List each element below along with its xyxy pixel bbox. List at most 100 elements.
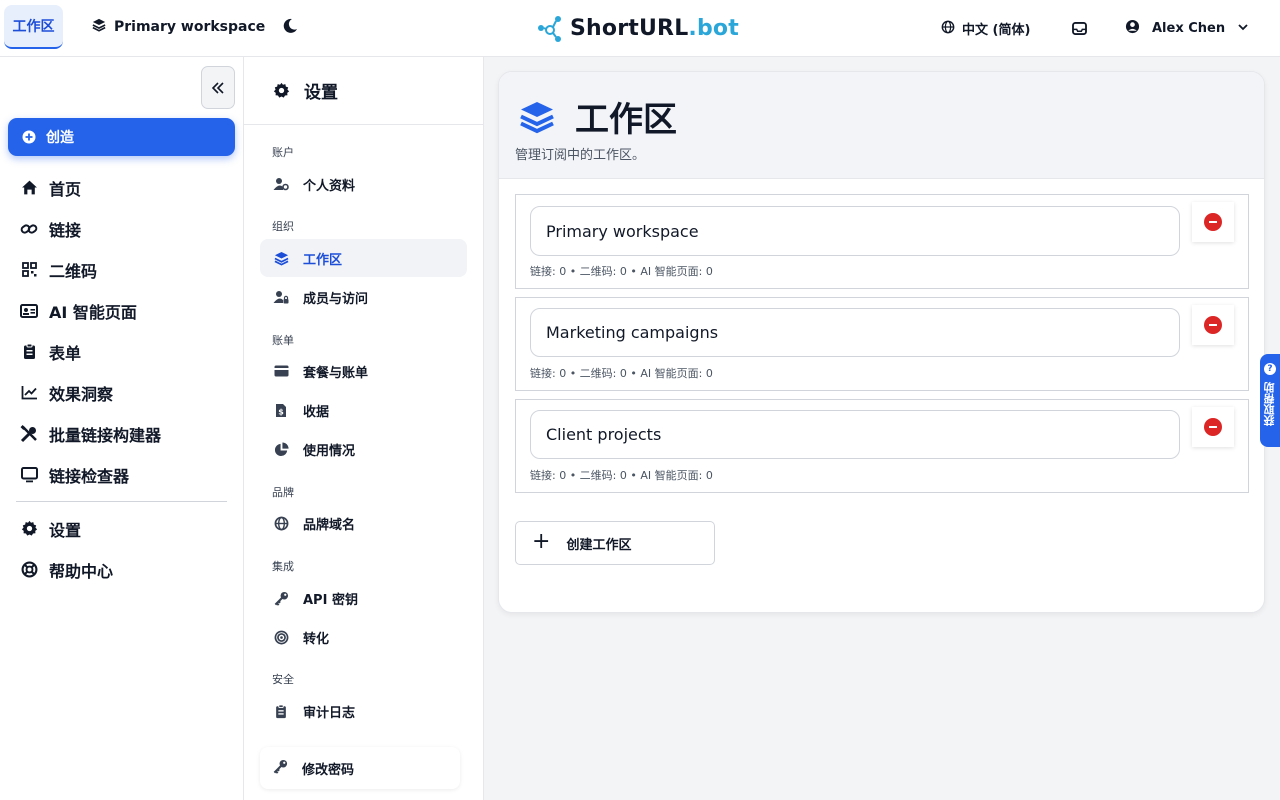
settings-item-audit-log[interactable]: 审计日志 [260,692,467,730]
clipboard-icon [20,343,38,361]
group-label-billing: 账单 [272,334,294,347]
settings-item-change-password[interactable]: 修改密码 [260,747,460,789]
settings-item-members[interactable]: 成员与访问 [260,278,467,316]
nav-item-home[interactable]: 首页 [20,167,230,208]
nav-item-bulk-builder[interactable]: 批量链接构建器 [20,413,230,454]
create-workspace-button[interactable]: + 创建工作区 [515,521,715,565]
nav-item-settings[interactable]: 设置 [20,508,230,549]
page-title-text: 工作区 [575,100,677,140]
nav-divider [16,501,227,502]
nav-label: 批量链接构建器 [49,425,162,445]
nav-item-forms[interactable]: 表单 [20,331,230,372]
settings-item-label: API 密钥 [303,592,358,608]
nav-label: AI 智能页面 [49,302,137,322]
question-icon: ? [1264,363,1276,375]
workspace-stats: 链接: 0 • 二维码: 0 • AI 智能页面: 0 [530,265,713,278]
layers-icon [273,250,289,266]
credit-card-icon [273,363,289,379]
file-invoice-icon: $ [273,402,289,418]
nav-label: 链接检查器 [49,466,130,486]
workspace-name-input[interactable] [530,410,1180,459]
collapse-sidebar-button[interactable] [201,66,235,109]
nav-label: 效果洞察 [49,384,114,404]
logo[interactable]: ShortURL.bot [536,14,739,42]
delete-workspace-button[interactable] [1192,305,1234,345]
group-label-brand: 品牌 [272,486,294,499]
chevron-down-icon [1237,21,1249,37]
workspace-name-input[interactable] [530,206,1180,256]
settings-item-label: 收据 [303,404,330,420]
nav-item-help-center[interactable]: 帮助中心 [20,549,230,590]
key-icon [273,590,289,606]
nav-label: 首页 [49,179,82,199]
id-card-icon [20,302,38,320]
settings-item-label: 工作区 [303,252,343,268]
nav-item-insights[interactable]: 效果洞察 [20,372,230,413]
settings-header: 设置 [244,57,483,125]
nav-label: 链接 [49,220,82,240]
settings-item-plans[interactable]: 套餐与账单 [260,352,467,390]
nav-label: 帮助中心 [49,561,114,581]
logo-text: ShortURL.bot [570,16,739,41]
settings-panel: 设置 账户 个人资料 组织 工作区 成员与访问 账单 套餐与账单 $ 收据 使用… [244,57,484,800]
workspace-switcher[interactable]: Primary workspace [92,18,265,36]
settings-title: 设置 [304,83,338,103]
card-header: 工作区 管理订阅中的工作区。 [499,72,1264,179]
workspace-tab[interactable]: 工作区 [4,5,63,49]
language-selector[interactable]: 中文 (简体) [941,19,1030,38]
settings-item-usage[interactable]: 使用情况 [260,430,467,468]
workspace-name-input[interactable] [530,308,1180,357]
settings-item-label: 修改密码 [302,762,355,778]
page-title: 工作区 [519,92,677,141]
nav-item-qrcodes[interactable]: 二维码 [20,249,230,290]
plus-icon: + [532,528,551,554]
delete-workspace-button[interactable] [1192,202,1234,242]
gear-icon [273,82,290,98]
get-help-tab[interactable]: ? 获取帮助 [1260,354,1280,447]
nav-item-link-checker[interactable]: 链接检查器 [20,454,230,495]
nav-label: 二维码 [49,261,98,281]
settings-item-receipts[interactable]: $ 收据 [260,391,467,429]
moon-icon[interactable] [282,18,300,36]
tools-icon [20,424,38,443]
link-icon [20,220,38,238]
inbox-icon[interactable] [1072,20,1088,35]
delete-workspace-button[interactable] [1192,407,1234,447]
user-menu[interactable]: Alex Chen [1125,19,1249,38]
home-icon [20,179,38,197]
settings-item-label: 转化 [303,631,330,647]
key-icon [273,759,288,778]
workspace-row: 链接: 0 • 二维码: 0 • AI 智能页面: 0 [515,194,1249,289]
globe-icon [273,515,289,531]
minus-circle-icon [1204,316,1222,334]
settings-item-workspace[interactable]: 工作区 [260,239,467,277]
layers-icon [520,101,554,133]
settings-item-label: 审计日志 [303,705,356,721]
settings-item-label: 个人资料 [303,178,356,194]
settings-item-conversion[interactable]: 转化 [260,618,467,656]
top-bar: 工作区 Primary workspace ShortURL.bot 中文 (简… [0,0,1280,57]
logo-accent: .bot [688,15,739,41]
settings-item-label: 套餐与账单 [303,365,369,381]
chart-line-icon [20,384,38,402]
nav-item-ai-pages[interactable]: AI 智能页面 [20,290,230,331]
get-help-label: 获取帮助 [1263,382,1276,426]
user-gear-icon [273,176,289,192]
create-button[interactable]: 创造 [8,118,235,156]
layers-icon [92,18,106,36]
group-label-security: 安全 [272,673,294,686]
user-lock-icon [273,289,289,305]
svg-text:$: $ [278,407,284,416]
user-circle-icon [1125,19,1140,38]
page-description: 管理订阅中的工作区。 [515,148,646,163]
language-label: 中文 (简体) [962,23,1031,38]
workspace-stats: 链接: 0 • 二维码: 0 • AI 智能页面: 0 [530,469,713,482]
nav-item-links[interactable]: 链接 [20,208,230,249]
globe-icon [941,20,955,38]
settings-item-domains[interactable]: 品牌域名 [260,504,467,542]
target-icon [273,629,289,645]
settings-item-profile[interactable]: 个人资料 [260,165,467,203]
workspace-row: 链接: 0 • 二维码: 0 • AI 智能页面: 0 [515,297,1249,391]
left-nav: 创造 首页 链接 二维码 AI 智能页面 表单 效果洞察 批量链接构建器 链接检… [0,57,244,800]
settings-item-api-keys[interactable]: API 密钥 [260,579,467,617]
